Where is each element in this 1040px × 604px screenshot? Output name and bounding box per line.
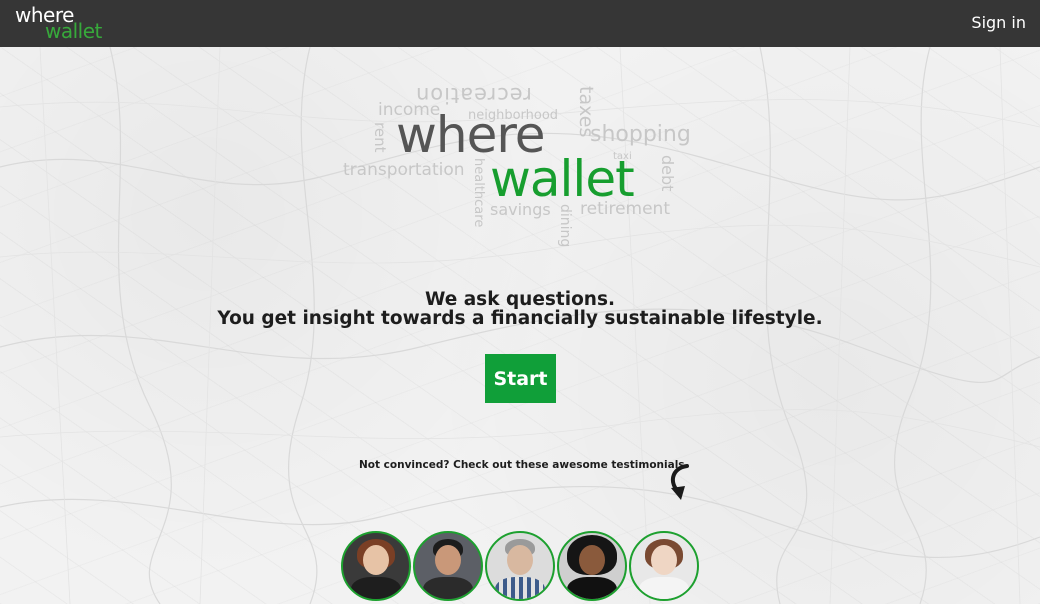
- cloud-word: transportation: [343, 160, 465, 180]
- logo-wallet-text: wallet: [45, 19, 102, 43]
- avatar[interactable]: [413, 531, 483, 601]
- hero-headline: We ask questions.: [424, 289, 616, 310]
- wherewallet-logo[interactable]: where wallet: [15, 5, 115, 41]
- cloud-word: dining: [557, 204, 573, 248]
- avatar[interactable]: [557, 531, 627, 601]
- hero-subheadline: You get insight towards a financially su…: [217, 308, 823, 329]
- cloud-word: healthcare: [471, 158, 486, 228]
- avatar[interactable]: [485, 531, 555, 601]
- top-navbar: where wallet Sign in: [0, 0, 1040, 47]
- cloud-word: debt: [658, 155, 677, 192]
- cloud-word: shopping: [590, 122, 691, 147]
- cloud-word: rent: [371, 122, 389, 153]
- signin-link[interactable]: Sign in: [971, 13, 1026, 32]
- avatar[interactable]: [629, 531, 699, 601]
- testimonials-note: Not convinced? Check out these awesome t…: [359, 459, 689, 471]
- avatar[interactable]: [341, 531, 411, 601]
- cloud-logo-wallet: wallet: [490, 150, 635, 208]
- start-button[interactable]: Start: [485, 354, 556, 403]
- curved-arrow-icon: [670, 464, 689, 500]
